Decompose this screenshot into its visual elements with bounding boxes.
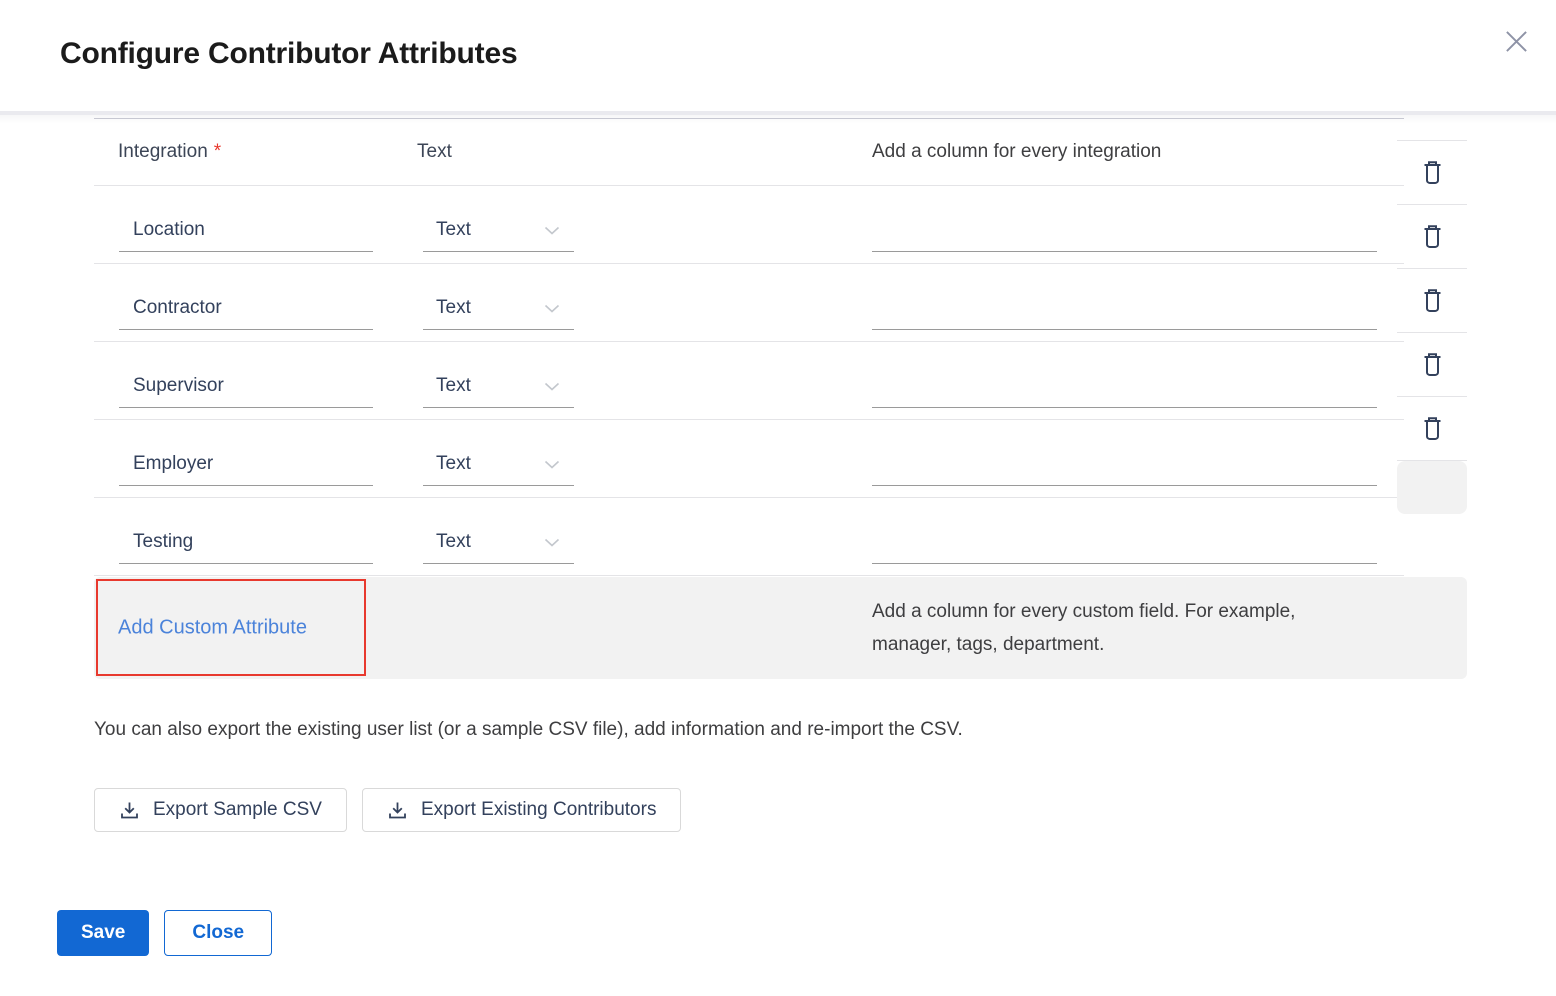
save-button[interactable]: Save — [57, 910, 149, 956]
table-row: Testing Text — [94, 498, 1404, 576]
attribute-name-input[interactable]: Testing — [119, 522, 373, 564]
required-asterisk: * — [214, 141, 221, 162]
integration-type-cell: Text — [417, 141, 872, 163]
download-icon — [387, 800, 408, 821]
attribute-description-input[interactable] — [872, 288, 1377, 330]
trash-icon — [1421, 288, 1444, 314]
page-title: Configure Contributor Attributes — [60, 37, 517, 71]
delete-attribute-button[interactable] — [1397, 397, 1467, 461]
export-existing-contributors-label: Export Existing Contributors — [421, 799, 657, 821]
attribute-type-value: Text — [436, 531, 471, 553]
attribute-type-value: Text — [436, 219, 471, 241]
attribute-type-label: Text — [417, 141, 452, 162]
integration-desc-cell: Add a column for every integration — [872, 141, 1404, 163]
export-existing-contributors-button[interactable]: Export Existing Contributors — [362, 788, 682, 832]
close-icon — [1504, 29, 1529, 54]
table-row: Employer Text — [94, 420, 1404, 498]
chevron-down-icon — [544, 538, 560, 547]
modal-close-button[interactable] — [1500, 25, 1532, 57]
trash-icon — [1421, 224, 1444, 250]
attribute-name-input[interactable]: Contractor — [119, 288, 373, 330]
attribute-description-input[interactable] — [872, 366, 1377, 408]
trash-icon — [1421, 160, 1444, 186]
attribute-type-value: Text — [436, 453, 471, 475]
attributes-table: Integration * Text Add a column for every… — [94, 118, 1404, 576]
attribute-type-value: Text — [436, 297, 471, 319]
footer-actions: Save Close — [57, 910, 272, 956]
delete-attribute-button[interactable] — [1397, 205, 1467, 269]
attribute-description-input[interactable] — [872, 522, 1377, 564]
delete-attribute-button[interactable] — [1397, 141, 1467, 205]
delete-column — [1397, 140, 1467, 514]
add-custom-attribute-link[interactable]: Add Custom Attribute — [118, 617, 307, 640]
attribute-type-select[interactable]: Text — [423, 366, 574, 408]
chevron-down-icon — [544, 382, 560, 391]
table-row: Supervisor Text — [94, 342, 1404, 420]
chevron-down-icon — [544, 304, 560, 313]
integration-cell: Integration * — [94, 141, 417, 163]
attribute-type-select[interactable]: Text — [423, 210, 574, 252]
chevron-down-icon — [544, 460, 560, 469]
trash-icon — [1421, 352, 1444, 378]
attribute-type-select[interactable]: Text — [423, 522, 574, 564]
table-row-integration: Integration * Text Add a column for every… — [94, 119, 1404, 186]
attribute-description-input[interactable] — [872, 444, 1377, 486]
chevron-down-icon — [544, 226, 560, 235]
attribute-type-value: Text — [436, 375, 471, 397]
attribute-type-select[interactable]: Text — [423, 288, 574, 330]
attribute-description-label: Add a column for every integration — [872, 141, 1161, 162]
delete-attribute-button[interactable] — [1397, 333, 1467, 397]
table-row: Contractor Text — [94, 264, 1404, 342]
attribute-description-input[interactable] — [872, 210, 1377, 252]
close-button[interactable]: Close — [164, 910, 272, 956]
delete-attribute-placeholder — [1397, 461, 1467, 514]
add-custom-attribute-row: Add Custom Attribute Add a column for ev… — [94, 577, 1467, 679]
custom-field-description: Add a column for every custom field. For… — [872, 595, 1377, 661]
export-sample-csv-label: Export Sample CSV — [153, 799, 322, 821]
export-sample-csv-button[interactable]: Export Sample CSV — [94, 788, 347, 832]
trash-icon — [1421, 416, 1444, 442]
download-icon — [119, 800, 140, 821]
attribute-name-input[interactable]: Supervisor — [119, 366, 373, 408]
attribute-name-input[interactable]: Employer — [119, 444, 373, 486]
attribute-type-select[interactable]: Text — [423, 444, 574, 486]
export-buttons-row: Export Sample CSV Export Existing Contri… — [94, 788, 681, 832]
attribute-name-label: Integration — [94, 141, 208, 162]
attribute-name-input[interactable]: Location — [119, 210, 373, 252]
delete-attribute-button[interactable] — [1397, 269, 1467, 333]
export-note: You can also export the existing user li… — [94, 719, 963, 741]
table-row: Location Text — [94, 186, 1404, 264]
